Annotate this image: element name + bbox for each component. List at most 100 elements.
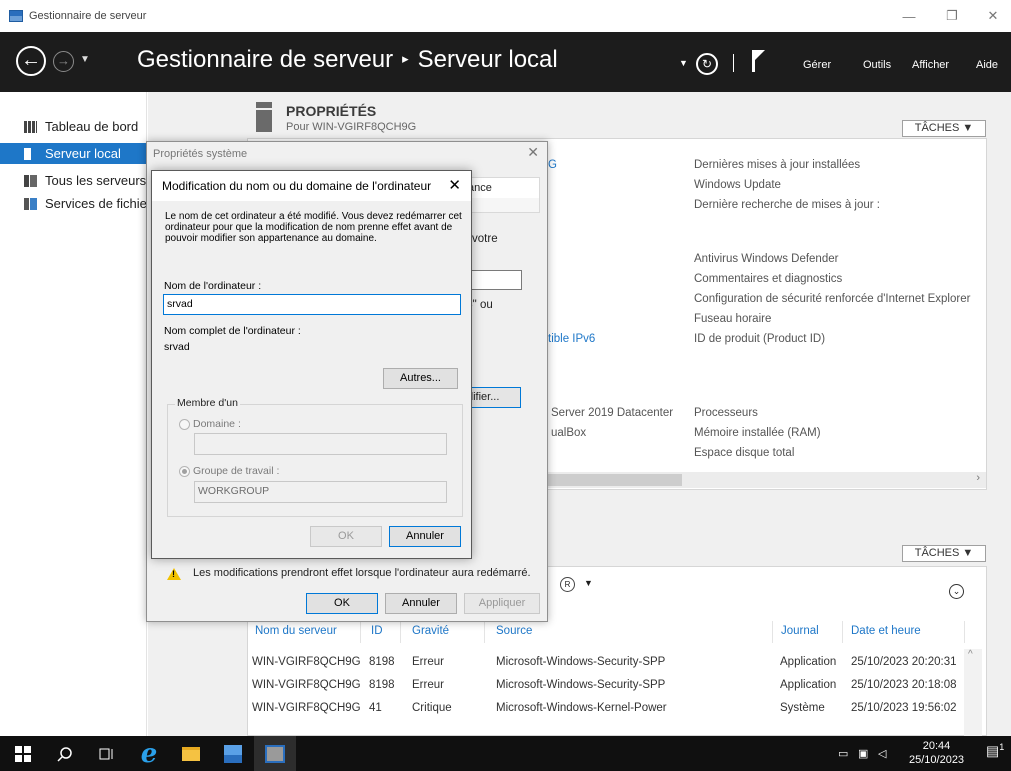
filter-dropdown-icon[interactable]: ▼: [584, 578, 593, 588]
cell-id: 41: [369, 702, 382, 714]
apply-button[interactable]: Appliquer: [464, 593, 540, 614]
column-header-severity[interactable]: Gravité: [412, 625, 449, 637]
sidebar-item-dashboard[interactable]: Tableau de bord: [0, 116, 146, 137]
more-button[interactable]: Autres...: [383, 368, 458, 389]
sidebar-item-label: Tous les serveurs: [45, 173, 147, 188]
cell-severity: Erreur: [412, 679, 444, 691]
dialog-close-icon[interactable]: ✕: [527, 144, 539, 161]
events-tasks-button[interactable]: TÂCHES ▼: [902, 545, 986, 562]
filter-options-icon[interactable]: R: [560, 577, 575, 592]
notifications-flag-icon[interactable]: [752, 50, 766, 72]
properties-subtitle: Pour WIN-VGIRF8QCH9G: [286, 121, 417, 133]
dialog-title: Propriétés système: [153, 148, 248, 160]
cell-id: 8198: [369, 656, 395, 668]
hardware-value: ualBox: [551, 427, 587, 439]
forward-button[interactable]: →: [53, 51, 74, 72]
tab-fragment-2[interactable]: [464, 198, 540, 213]
sidebar-item-file-services[interactable]: Services de fichiers: [0, 193, 147, 214]
system-properties-taskbar-icon[interactable]: [254, 736, 296, 771]
workgroup-label: Groupe de travail :: [193, 465, 280, 477]
properties-tasks-button[interactable]: TÂCHES ▼: [902, 120, 986, 137]
sidebar-item-label: Services de fichiers: [45, 196, 147, 211]
breadcrumb-page: Serveur local: [417, 46, 558, 73]
column-header-source[interactable]: Source: [496, 625, 532, 637]
domain-input[interactable]: [194, 433, 447, 455]
domain-label: Domaine :: [193, 418, 241, 430]
notification-center-icon[interactable]: ▤1: [986, 742, 1004, 760]
column-header-log[interactable]: Journal: [781, 625, 819, 637]
breadcrumb-separator-icon: ▸: [402, 51, 409, 66]
minimize-button[interactable]: —: [891, 0, 927, 32]
expand-icon[interactable]: ⌄: [949, 584, 964, 599]
server-manager-icon: [9, 10, 23, 22]
cell-severity: Erreur: [412, 656, 444, 668]
breadcrumb-dropdown-icon[interactable]: ▼: [679, 58, 688, 68]
menu-view[interactable]: Afficher: [912, 59, 949, 71]
file-explorer-icon[interactable]: [170, 736, 212, 771]
tab-fragment[interactable]: tance: [464, 177, 540, 199]
close-icon[interactable]: ✕: [448, 176, 461, 194]
back-button[interactable]: ←: [16, 46, 46, 76]
property-label: Commentaires et diagnostics: [694, 273, 843, 285]
sidebar-item-label: Serveur local: [45, 146, 121, 161]
rename-ok-button[interactable]: OK: [310, 526, 382, 547]
search-icon[interactable]: [44, 736, 86, 771]
breadcrumb: Gestionnaire de serveur ▸ Serveur local: [137, 46, 558, 74]
window-title: Gestionnaire de serveur: [29, 10, 147, 22]
property-label: ID de produit (Product ID): [694, 333, 826, 345]
computer-name-input[interactable]: srvad: [163, 294, 461, 315]
server-manager-taskbar-icon[interactable]: [212, 736, 254, 771]
ok-button[interactable]: OK: [306, 593, 378, 614]
dashboard-icon: [24, 120, 37, 133]
sidebar-item-all-servers[interactable]: Tous les serveurs: [0, 170, 147, 191]
computer-description-field[interactable]: [464, 270, 522, 290]
column-header-id[interactable]: ID: [371, 625, 383, 637]
domain-radio[interactable]: [179, 419, 190, 430]
restore-button[interactable]: ❐: [934, 0, 970, 32]
menu-help[interactable]: Aide: [976, 59, 998, 71]
property-label: Processeurs: [694, 407, 758, 419]
column-divider: [360, 621, 361, 643]
header-divider: [733, 54, 734, 72]
workgroup-radio[interactable]: [179, 466, 190, 477]
window-titlebar: Gestionnaire de serveur — ❐ ✕: [0, 0, 1011, 32]
task-view-icon[interactable]: [86, 736, 128, 771]
internet-explorer-icon[interactable]: e: [128, 736, 170, 771]
refresh-icon[interactable]: ↻: [696, 53, 718, 75]
property-label: Configuration de sécurité renforcée d'In…: [694, 293, 971, 305]
rename-cancel-button[interactable]: Annuler: [389, 526, 461, 547]
column-header-date[interactable]: Date et heure: [851, 625, 921, 637]
workgroup-value: WORKGROUP: [198, 485, 270, 497]
menu-tools[interactable]: Outils: [863, 59, 891, 71]
app-header: ← → ▼ Gestionnaire de serveur ▸ Serveur lo…: [0, 32, 1011, 92]
scroll-right-icon[interactable]: ›: [976, 472, 980, 484]
events-vertical-scrollbar[interactable]: ^: [964, 649, 982, 736]
clock[interactable]: 20:44 25/10/2023: [909, 739, 964, 767]
column-divider: [400, 621, 401, 643]
full-name-label: Nom complet de l'ordinateur :: [164, 325, 301, 337]
close-button[interactable]: ✕: [975, 0, 1011, 32]
rename-dialog-title: Modification du nom ou du domaine de l'o…: [162, 179, 432, 193]
start-windows-icon[interactable]: [2, 736, 44, 771]
network-icon[interactable]: ▣: [858, 747, 868, 760]
cancel-button[interactable]: Annuler: [385, 593, 457, 614]
sidebar-item-local-server[interactable]: Serveur local: [0, 143, 146, 164]
column-divider: [484, 621, 485, 643]
scrollbar-thumb[interactable]: [542, 474, 682, 486]
properties-horizontal-scrollbar[interactable]: ›: [542, 472, 986, 488]
property-label: Mémoire installée (RAM): [694, 427, 821, 439]
sidebar: Tableau de bord Serveur local Tous les s…: [0, 92, 147, 736]
computer-name-value: srvad: [167, 298, 193, 310]
column-header-server[interactable]: Nom du serveur: [255, 625, 337, 637]
modify-button[interactable]: difier...: [464, 387, 521, 408]
workgroup-input[interactable]: WORKGROUP: [194, 481, 447, 503]
cell-severity: Critique: [412, 702, 452, 714]
property-link-fragment[interactable]: G: [548, 159, 557, 171]
ipv6-link[interactable]: tible IPv6: [548, 333, 595, 345]
scroll-up-icon[interactable]: ^: [968, 649, 973, 660]
history-dropdown-icon[interactable]: ▼: [80, 54, 90, 65]
menu-manage[interactable]: Gérer: [803, 59, 831, 71]
battery-icon[interactable]: ▭: [838, 747, 848, 760]
taskbar: e ▭ ▣ ◁ 20:44 25/10/2023 ▤1: [0, 736, 1011, 771]
volume-icon[interactable]: ◁: [878, 747, 886, 760]
